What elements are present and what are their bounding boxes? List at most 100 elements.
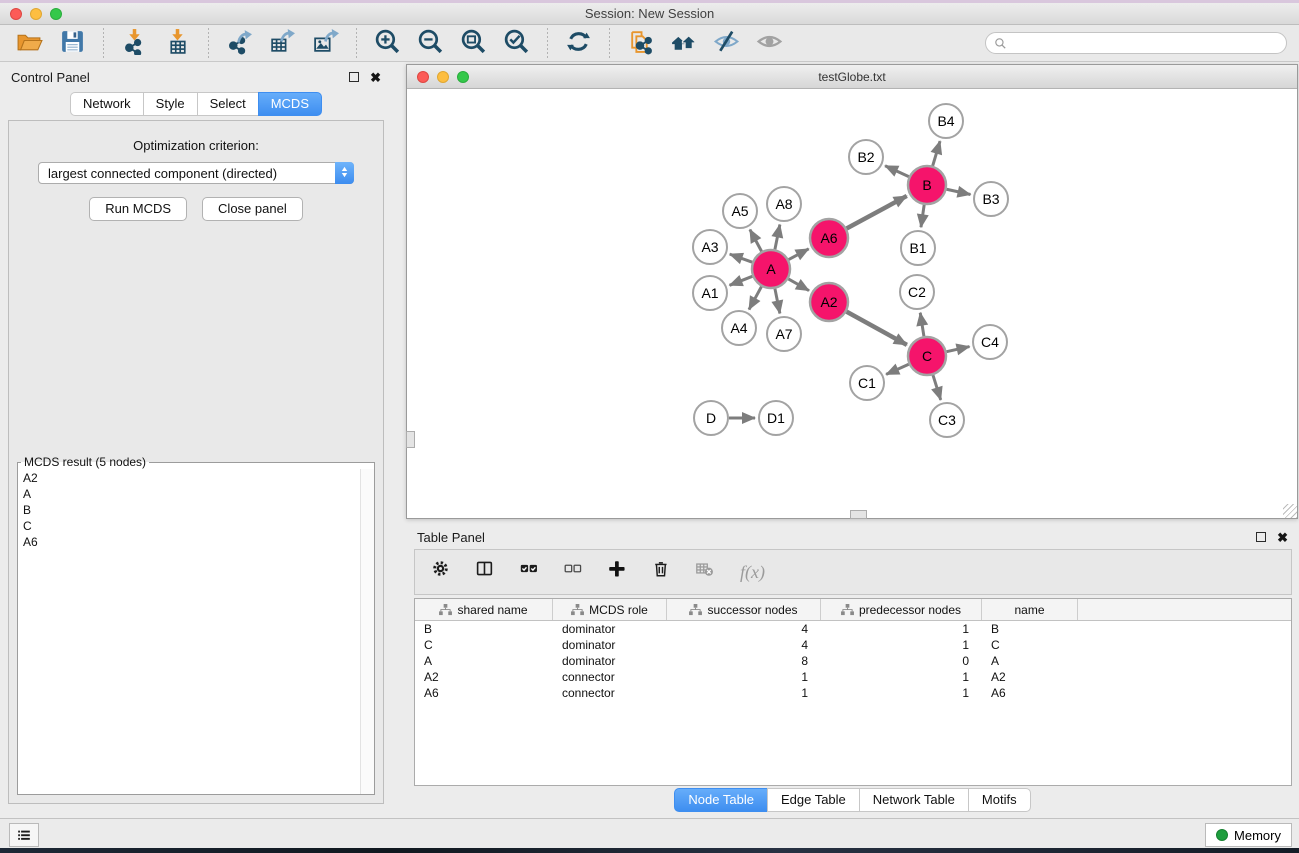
refresh-button[interactable] bbox=[557, 26, 600, 60]
tab-edge-table[interactable]: Edge Table bbox=[767, 788, 859, 812]
graph-node-A1[interactable]: A1 bbox=[693, 276, 727, 310]
graph-node-A7[interactable]: A7 bbox=[767, 317, 801, 351]
mcds-result-item[interactable]: A6 bbox=[23, 534, 369, 550]
graph-edge-A-A1[interactable] bbox=[730, 276, 753, 285]
new-network-from-selection-button[interactable] bbox=[619, 26, 662, 60]
result-scrollbar[interactable] bbox=[360, 469, 374, 794]
import-network-button[interactable] bbox=[113, 26, 156, 60]
graph-edge-C-C2[interactable] bbox=[920, 313, 924, 336]
export-image-button[interactable] bbox=[304, 26, 347, 60]
graph-node-A4[interactable]: A4 bbox=[722, 311, 756, 345]
network-canvas[interactable]: AA1A2A3A4A5A6A7A8BB1B2B3B4CC1C2C3C4DD1 bbox=[407, 89, 1297, 518]
tab-network[interactable]: Network bbox=[70, 92, 143, 116]
close-panel-icon[interactable]: ✖ bbox=[370, 71, 381, 84]
graph-edge-A2-C[interactable] bbox=[847, 312, 907, 345]
column-header-successor-nodes[interactable]: successor nodes bbox=[667, 599, 821, 620]
column-header-predecessor-nodes[interactable]: predecessor nodes bbox=[821, 599, 982, 620]
open-file-button[interactable] bbox=[8, 26, 51, 60]
first-neighbors-button[interactable] bbox=[662, 26, 705, 60]
graph-node-D1[interactable]: D1 bbox=[759, 401, 793, 435]
graph-node-A5[interactable]: A5 bbox=[723, 194, 757, 228]
table-row[interactable]: Cdominator41C bbox=[415, 637, 1291, 653]
tab-network-table[interactable]: Network Table bbox=[859, 788, 968, 812]
function-builder-button[interactable]: f(x) bbox=[740, 562, 765, 583]
task-history-button[interactable] bbox=[9, 823, 39, 847]
split-panel-button[interactable] bbox=[476, 560, 497, 584]
delete-column-button[interactable] bbox=[652, 560, 673, 584]
graph-edge-B-B1[interactable] bbox=[921, 205, 924, 227]
window-resize-grip[interactable] bbox=[1283, 504, 1297, 518]
destroy-table-button[interactable] bbox=[696, 560, 717, 584]
mcds-result-item[interactable]: C bbox=[23, 518, 369, 534]
float-panel-icon[interactable] bbox=[349, 72, 359, 82]
minimize-window-button[interactable] bbox=[30, 8, 42, 20]
unselect-all-button[interactable] bbox=[564, 560, 585, 584]
tab-node-table[interactable]: Node Table bbox=[674, 788, 767, 812]
column-header-shared-name[interactable]: shared name bbox=[415, 599, 553, 620]
optimization-criterion-select[interactable]: largest connected component (directed) ▲… bbox=[38, 162, 354, 184]
settings-button[interactable] bbox=[432, 560, 453, 584]
export-network-button[interactable] bbox=[218, 26, 261, 60]
graph-node-A2[interactable]: A2 bbox=[810, 283, 848, 321]
table-row[interactable]: Adominator80A bbox=[415, 653, 1291, 669]
search-input[interactable] bbox=[1012, 35, 1278, 52]
hide-selected-button[interactable] bbox=[705, 26, 748, 60]
tab-style[interactable]: Style bbox=[143, 92, 197, 116]
graph-edge-C-C1[interactable] bbox=[886, 364, 909, 374]
run-mcds-button[interactable]: Run MCDS bbox=[89, 197, 187, 221]
graph-edge-B-B4[interactable] bbox=[933, 141, 940, 166]
graph-node-C1[interactable]: C1 bbox=[850, 366, 884, 400]
graph-node-A6[interactable]: A6 bbox=[810, 219, 848, 257]
graph-edge-A6-B[interactable] bbox=[847, 196, 907, 229]
column-header-name[interactable]: name bbox=[982, 599, 1078, 620]
mcds-result-item[interactable]: A2 bbox=[23, 470, 369, 486]
close-table-panel-icon[interactable]: ✖ bbox=[1277, 531, 1288, 544]
graph-edge-A-A4[interactable] bbox=[749, 287, 761, 310]
float-table-panel-icon[interactable] bbox=[1256, 532, 1266, 542]
tab-motifs[interactable]: Motifs bbox=[968, 788, 1031, 812]
graph-node-B[interactable]: B bbox=[908, 166, 946, 204]
graph-edge-A-A3[interactable] bbox=[730, 254, 752, 262]
memory-button[interactable]: Memory bbox=[1205, 823, 1292, 847]
canvas-bottom-grip[interactable] bbox=[850, 510, 867, 519]
mcds-result-item[interactable]: B bbox=[23, 502, 369, 518]
zoom-window-button[interactable] bbox=[50, 8, 62, 20]
graph-node-A8[interactable]: A8 bbox=[767, 187, 801, 221]
tab-mcds[interactable]: MCDS bbox=[258, 92, 322, 116]
graph-edge-A-A6[interactable] bbox=[789, 249, 809, 260]
graph-edge-A-A7[interactable] bbox=[775, 289, 780, 314]
graph-edge-C-C4[interactable] bbox=[947, 347, 970, 352]
graph-edge-C-C3[interactable] bbox=[933, 375, 941, 400]
graph-edge-A-A8[interactable] bbox=[775, 225, 780, 250]
table-row[interactable]: A2connector11A2 bbox=[415, 669, 1291, 685]
graph-node-B3[interactable]: B3 bbox=[974, 182, 1008, 216]
table-row[interactable]: A6connector11A6 bbox=[415, 685, 1291, 701]
graph-node-C3[interactable]: C3 bbox=[930, 403, 964, 437]
graph-node-C[interactable]: C bbox=[908, 337, 946, 375]
table-row[interactable]: Bdominator41B bbox=[415, 621, 1291, 637]
graph-edge-B-B2[interactable] bbox=[885, 166, 909, 177]
graph-node-A[interactable]: A bbox=[752, 250, 790, 288]
search-field[interactable] bbox=[985, 32, 1287, 54]
graph-edge-A-A2[interactable] bbox=[788, 279, 809, 291]
save-session-button[interactable] bbox=[51, 26, 94, 60]
graph-node-B4[interactable]: B4 bbox=[929, 104, 963, 138]
network-close-button[interactable] bbox=[417, 71, 429, 83]
graph-edge-B-B3[interactable] bbox=[947, 189, 971, 194]
import-table-button[interactable] bbox=[156, 26, 199, 60]
graph-node-B1[interactable]: B1 bbox=[901, 231, 935, 265]
graph-edge-A-A5[interactable] bbox=[750, 230, 762, 252]
close-panel-button[interactable]: Close panel bbox=[202, 197, 303, 221]
zoom-fit-button[interactable] bbox=[452, 26, 495, 60]
graph-node-A3[interactable]: A3 bbox=[693, 230, 727, 264]
tab-select[interactable]: Select bbox=[197, 92, 258, 116]
zoom-selected-button[interactable] bbox=[495, 26, 538, 60]
graph-node-D[interactable]: D bbox=[694, 401, 728, 435]
canvas-left-grip[interactable] bbox=[406, 431, 415, 448]
zoom-out-button[interactable] bbox=[409, 26, 452, 60]
graph-node-B2[interactable]: B2 bbox=[849, 140, 883, 174]
column-header-mcds-role[interactable]: MCDS role bbox=[553, 599, 667, 620]
graph-node-C4[interactable]: C4 bbox=[973, 325, 1007, 359]
show-all-button[interactable] bbox=[748, 26, 791, 60]
network-minimize-button[interactable] bbox=[437, 71, 449, 83]
